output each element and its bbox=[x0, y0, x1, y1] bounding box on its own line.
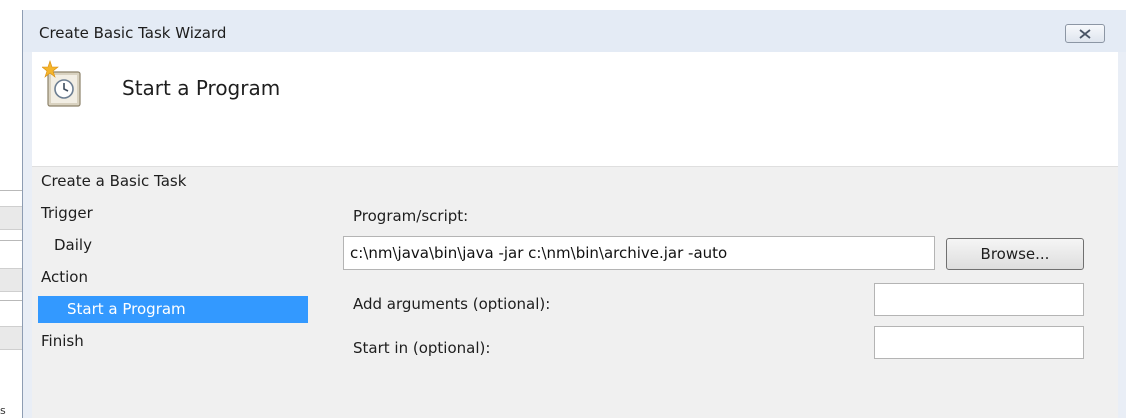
page-title: Start a Program bbox=[122, 76, 281, 100]
add-arguments-input[interactable] bbox=[874, 283, 1084, 316]
nav-step-daily[interactable]: Daily bbox=[32, 232, 308, 259]
task-scheduler-clock-icon bbox=[42, 60, 81, 107]
wizard-dialog: Create Basic Task Wizard Start a Program… bbox=[22, 10, 1126, 418]
add-arguments-label: Add arguments (optional): bbox=[353, 295, 551, 313]
background-divider bbox=[0, 240, 22, 241]
background-app: s bbox=[0, 0, 22, 418]
program-script-label: Program/script: bbox=[353, 207, 469, 225]
nav-step-action[interactable]: Action bbox=[32, 264, 308, 291]
close-button[interactable] bbox=[1065, 24, 1105, 43]
wizard-header: Start a Program bbox=[32, 52, 1118, 167]
start-in-label: Start in (optional): bbox=[353, 339, 491, 357]
nav-step-create-basic-task[interactable]: Create a Basic Task bbox=[32, 168, 308, 195]
background-text: s bbox=[0, 404, 6, 417]
close-icon bbox=[1079, 28, 1091, 39]
background-divider bbox=[0, 190, 22, 191]
background-tab bbox=[0, 326, 22, 350]
browse-button[interactable]: Browse... bbox=[946, 238, 1084, 270]
background-divider bbox=[0, 300, 22, 301]
background-tab bbox=[0, 206, 22, 230]
nav-step-start-a-program[interactable]: Start a Program bbox=[38, 296, 308, 323]
start-in-input[interactable] bbox=[874, 326, 1084, 359]
window-title: Create Basic Task Wizard bbox=[39, 24, 227, 42]
nav-step-finish[interactable]: Finish bbox=[32, 328, 308, 355]
dialog-client-area: Start a Program Create a Basic Task Trig… bbox=[32, 52, 1118, 418]
background-tab bbox=[0, 268, 22, 292]
nav-step-trigger[interactable]: Trigger bbox=[32, 200, 308, 227]
program-script-input[interactable]: c:\nm\java\bin\java -jar c:\nm\bin\archi… bbox=[343, 236, 935, 270]
title-bar[interactable]: Create Basic Task Wizard bbox=[23, 10, 1126, 52]
